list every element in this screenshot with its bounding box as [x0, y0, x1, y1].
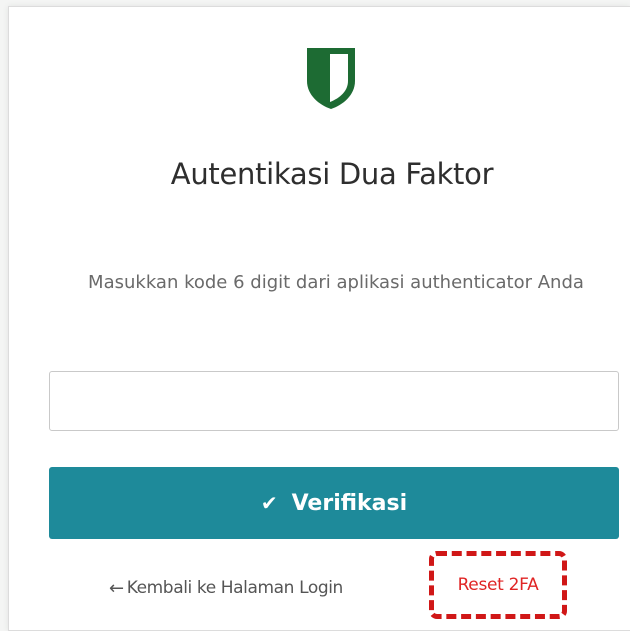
code-input[interactable] [49, 371, 619, 431]
footer-links: ← Kembali ke Halaman Login [109, 573, 343, 603]
back-to-login-link[interactable]: ← Kembali ke Halaman Login [109, 578, 343, 599]
check-icon: ✔ [260, 491, 278, 515]
reset-2fa-link[interactable]: Reset 2FA [458, 575, 539, 595]
back-to-login-label: Kembali ke Halaman Login [126, 578, 344, 598]
verify-button-label: Verifikasi [291, 490, 408, 516]
arrow-left-icon: ← [109, 577, 124, 599]
shield-icon [307, 48, 355, 109]
instruction-text: Masukkan kode 6 digit dari aplikasi auth… [88, 272, 584, 293]
verify-button[interactable]: ✔ Verifikasi [49, 467, 619, 539]
auth-card: Autentikasi Dua Faktor Masukkan kode 6 d… [8, 6, 630, 631]
page-title: Autentikasi Dua Faktor [170, 157, 494, 191]
reset-highlight-box: Reset 2FA [429, 551, 567, 619]
